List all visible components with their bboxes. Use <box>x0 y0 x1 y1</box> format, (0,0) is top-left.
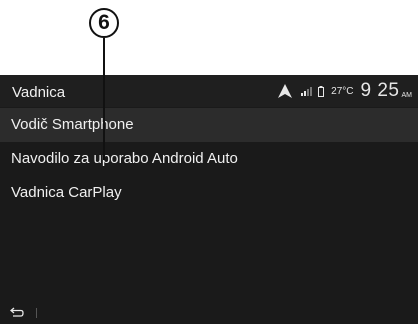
battery-icon <box>318 85 325 97</box>
android-auto-icon <box>278 84 293 98</box>
callout-line <box>103 38 105 160</box>
menu-item-label: Vadnica CarPlay <box>11 184 122 201</box>
clock-time: 9 25 <box>360 80 400 101</box>
menu-item-label: Navodilo za uporabo Android Auto <box>11 150 238 167</box>
callout-number: 6 <box>89 8 119 38</box>
temperature: 27°C <box>331 85 354 97</box>
signal-icon <box>301 87 313 96</box>
menu-item-android-auto[interactable]: Navodilo za uporabo Android Auto <box>0 142 418 176</box>
divider <box>36 308 37 318</box>
clock-ampm: AM <box>401 91 413 99</box>
menu-item-carplay[interactable]: Vadnica CarPlay <box>0 176 418 210</box>
status-indicators: 27°C 9 25 AM <box>278 79 412 103</box>
back-icon[interactable] <box>10 307 24 317</box>
page-title: Vadnica <box>12 84 66 101</box>
menu-item-label: Vodič Smartphone <box>11 116 134 133</box>
status-bar: Vadnica 27°C 9 25 AM <box>0 75 418 107</box>
display-screen: Vadnica 27°C 9 25 AM Vodič Smartphone Na… <box>0 75 418 324</box>
menu-item-smartphone-guide[interactable]: Vodič Smartphone <box>0 108 418 142</box>
tutorial-menu: Vodič Smartphone Navodilo za uporabo And… <box>0 108 418 210</box>
